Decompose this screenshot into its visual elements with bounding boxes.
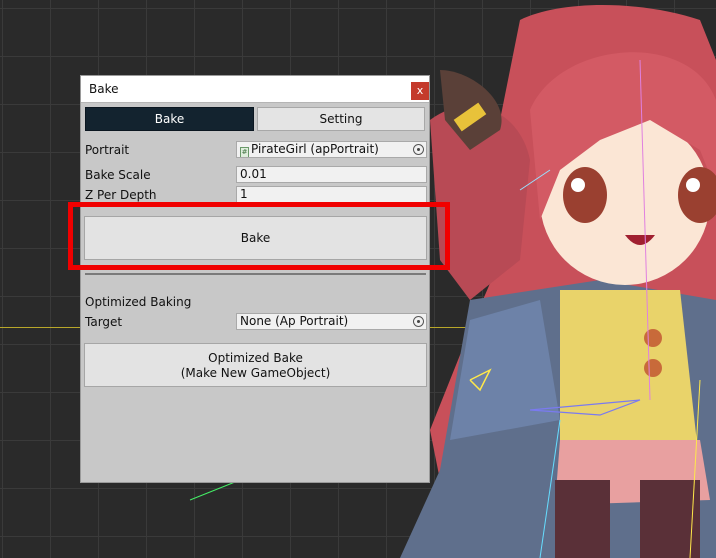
z-per-depth-label: Z Per Depth	[85, 188, 157, 202]
tab-bake[interactable]: Bake	[85, 107, 254, 131]
object-icon: #	[240, 147, 249, 157]
bake-scale-label: Bake Scale	[85, 168, 151, 182]
optimized-bake-line2: (Make New GameObject)	[180, 366, 331, 380]
portrait-label: Portrait	[85, 143, 130, 157]
target-label: Target	[85, 315, 123, 329]
optimized-bake-line1: Optimized Bake	[208, 351, 303, 365]
section-divider	[85, 273, 426, 275]
object-picker-icon[interactable]	[413, 144, 424, 155]
bake-dialog: Bake x Bake Setting Portrait # PirateGirl…	[80, 75, 430, 483]
bake-scale-input[interactable]: 0.01	[236, 166, 427, 183]
highlight-box	[68, 202, 450, 270]
optimized-baking-label: Optimized Baking	[85, 295, 192, 309]
dialog-titlebar[interactable]: Bake x	[81, 76, 429, 103]
portrait-value: PirateGirl (apPortrait)	[251, 142, 379, 156]
target-field[interactable]: None (Ap Portrait)	[236, 313, 427, 330]
portrait-field[interactable]: # PirateGirl (apPortrait)	[236, 141, 427, 158]
tab-setting[interactable]: Setting	[257, 107, 425, 131]
target-value: None (Ap Portrait)	[240, 314, 349, 328]
optimized-bake-button[interactable]: Optimized Bake (Make New GameObject)	[84, 343, 427, 387]
close-button[interactable]: x	[411, 82, 429, 100]
z-per-depth-input[interactable]: 1	[236, 186, 427, 203]
object-picker-icon[interactable]	[413, 316, 424, 327]
dialog-title: Bake	[89, 82, 119, 96]
